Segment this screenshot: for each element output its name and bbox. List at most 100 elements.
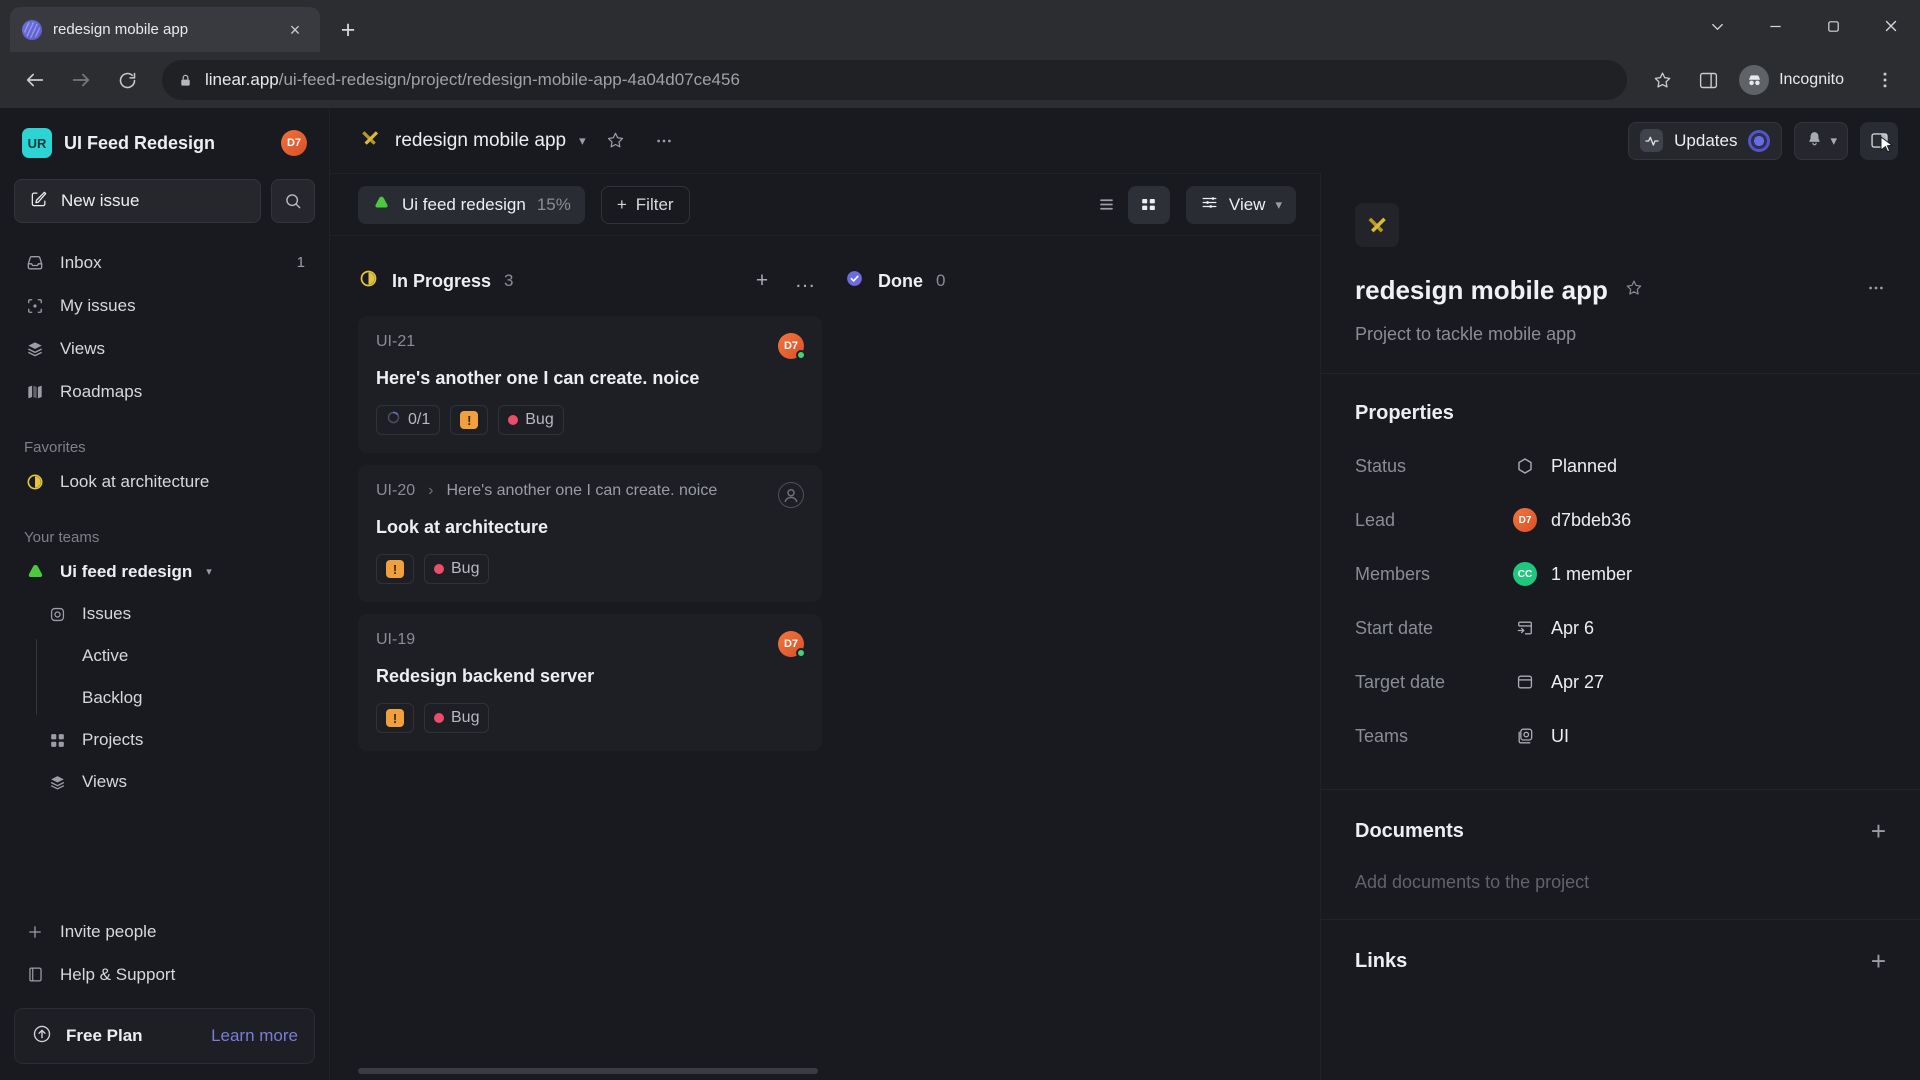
- team-progress-chip[interactable]: Ui feed redesign 15%: [358, 185, 585, 224]
- issue-card[interactable]: UI-19 D7 Redesign backend server ! Bug: [358, 614, 822, 751]
- back-icon[interactable]: [14, 59, 56, 101]
- priority-badge[interactable]: !: [450, 405, 489, 435]
- property-value: Apr 6: [1551, 617, 1595, 638]
- sidebar-team-ui-feed-redesign[interactable]: Ui feed redesign ▾: [14, 550, 315, 593]
- column-more-button[interactable]: …: [790, 266, 820, 296]
- reload-icon[interactable]: [106, 59, 148, 101]
- updates-button[interactable]: Updates: [1628, 121, 1783, 160]
- sidebar-item-label: Views: [82, 772, 128, 791]
- side-panel-icon[interactable]: [1687, 59, 1729, 101]
- new-tab-button[interactable]: +: [330, 12, 366, 48]
- incognito-icon: [1739, 65, 1770, 95]
- browser-menu-icon[interactable]: [1864, 59, 1906, 101]
- project-title: redesign mobile app: [1355, 275, 1608, 305]
- add-link-button[interactable]: +: [1871, 948, 1886, 974]
- star-icon[interactable]: [1624, 278, 1644, 303]
- browser-tab[interactable]: redesign mobile app ×: [10, 7, 320, 52]
- breadcrumb[interactable]: redesign mobile app ▾: [358, 126, 586, 155]
- property-row-target-date[interactable]: Target date Apr 27: [1355, 655, 1886, 709]
- property-row-members[interactable]: Members CC 1 member: [1355, 547, 1886, 601]
- notifications-button[interactable]: ▾: [1794, 121, 1848, 160]
- star-icon[interactable]: [598, 123, 634, 159]
- main-area: redesign mobile app ▾ Updates ▾ Ui feed …: [330, 108, 1920, 1080]
- issue-card[interactable]: UI-21 D7 Here's another one I can create…: [358, 316, 822, 453]
- content-and-panel: Ui feed redesign 15% + Filter View ▾ In …: [330, 173, 1920, 1080]
- sidebar-item-projects[interactable]: Projects: [14, 719, 315, 761]
- add-issue-button[interactable]: +: [747, 266, 777, 296]
- avatar[interactable]: D7: [778, 631, 806, 658]
- maximize-icon[interactable]: [1804, 0, 1862, 52]
- green-cloud-icon: [372, 193, 391, 217]
- sidebar-item-help-support[interactable]: Help & Support: [14, 953, 315, 996]
- sliders-icon: [1200, 193, 1219, 217]
- sidebar-item-backlog[interactable]: Backlog: [36, 677, 315, 719]
- sidebar-item-active[interactable]: Active: [36, 635, 315, 677]
- address-bar[interactable]: linear.app/ui-feed-redesign/project/rede…: [162, 60, 1628, 100]
- bookmark-star-icon[interactable]: [1641, 59, 1683, 101]
- documents-empty-text[interactable]: Add documents to the project: [1355, 872, 1886, 893]
- new-issue-button[interactable]: New issue: [14, 179, 261, 223]
- property-row-status[interactable]: Status Planned: [1355, 439, 1886, 493]
- learn-more-link[interactable]: Learn more: [211, 1026, 298, 1046]
- issue-card[interactable]: UI-20 › Here's another one I can create.…: [358, 465, 822, 602]
- avatar: D7: [1513, 508, 1537, 532]
- forward-icon[interactable]: [60, 59, 102, 101]
- label-text: Bug: [525, 411, 554, 428]
- sidebar-item-look-at-architecture[interactable]: Look at architecture: [14, 460, 315, 503]
- priority-badge[interactable]: !: [376, 703, 414, 733]
- green-cloud-icon: [24, 561, 46, 582]
- chevron-down-icon[interactable]: ▾: [206, 565, 212, 578]
- property-value: Planned: [1551, 455, 1618, 476]
- property-label: Members: [1355, 563, 1431, 584]
- more-options-icon[interactable]: [646, 123, 682, 159]
- sidebar-item-inbox[interactable]: Inbox 1: [14, 241, 315, 284]
- sub-issue-progress[interactable]: 0/1: [376, 405, 441, 435]
- workspace-switcher[interactable]: UR UI Feed Redesign D7: [14, 120, 315, 166]
- project-ribbon-icon[interactable]: [1355, 203, 1399, 247]
- property-label: Status: [1355, 455, 1407, 476]
- minimize-icon[interactable]: [1746, 0, 1804, 52]
- avatar[interactable]: D7: [778, 333, 806, 360]
- plus-icon: +: [616, 194, 627, 214]
- label-text: Bug: [451, 709, 480, 726]
- right-panel-toggle-icon[interactable]: [1860, 121, 1898, 160]
- priority-badge[interactable]: !: [376, 554, 414, 584]
- label-badge[interactable]: Bug: [424, 703, 490, 733]
- chevron-down-icon[interactable]: [1688, 0, 1746, 52]
- board-view-icon[interactable]: [1127, 185, 1170, 224]
- lock-icon: [178, 73, 193, 88]
- project-description[interactable]: Project to tackle mobile app: [1355, 324, 1886, 373]
- chevron-down-icon[interactable]: ▾: [1830, 133, 1837, 149]
- property-value-wrap: CC 1 member: [1513, 562, 1632, 586]
- profile-incognito-button[interactable]: Incognito: [1733, 60, 1860, 100]
- sidebar-item-my-issues[interactable]: My issues: [14, 284, 315, 327]
- label-badge[interactable]: Bug: [424, 554, 490, 584]
- sidebar-item-views[interactable]: Views: [14, 327, 315, 370]
- close-window-icon[interactable]: [1862, 0, 1920, 52]
- column-count: 0: [936, 271, 946, 290]
- horizontal-scrollbar[interactable]: [358, 1068, 1320, 1076]
- property-row-lead[interactable]: Lead D7 d7bdeb36: [1355, 493, 1886, 547]
- sidebar-item-issues[interactable]: Issues: [14, 593, 315, 635]
- view-options-button[interactable]: View ▾: [1185, 185, 1296, 224]
- chevron-down-icon[interactable]: ▾: [579, 133, 586, 149]
- list-view-icon[interactable]: [1086, 186, 1128, 224]
- url-text: linear.app/ui-feed-redesign/project/rede…: [205, 70, 740, 90]
- sidebar-item-roadmaps[interactable]: Roadmaps: [14, 370, 315, 413]
- sidebar-item-invite-people[interactable]: Invite people: [14, 910, 315, 953]
- property-row-teams[interactable]: Teams UI: [1355, 709, 1886, 763]
- filter-button[interactable]: + Filter: [600, 185, 690, 224]
- property-value: d7bdeb36: [1551, 509, 1632, 530]
- property-row-start-date[interactable]: Start date Apr 6: [1355, 601, 1886, 655]
- team-items: Issues Active Backlog Projects Views: [14, 593, 315, 803]
- close-icon[interactable]: ×: [282, 17, 308, 43]
- sidebar-item-team-views[interactable]: Views: [14, 761, 315, 803]
- avatar[interactable]: [778, 482, 804, 508]
- add-document-button[interactable]: +: [1871, 818, 1886, 844]
- board-area: Ui feed redesign 15% + Filter View ▾ In …: [330, 173, 1320, 1080]
- search-icon[interactable]: [271, 179, 315, 223]
- label-badge[interactable]: Bug: [498, 405, 564, 435]
- more-options-icon[interactable]: [1866, 278, 1886, 303]
- free-plan-banner[interactable]: Free Plan Learn more: [14, 1008, 315, 1064]
- avatar[interactable]: D7: [281, 130, 307, 156]
